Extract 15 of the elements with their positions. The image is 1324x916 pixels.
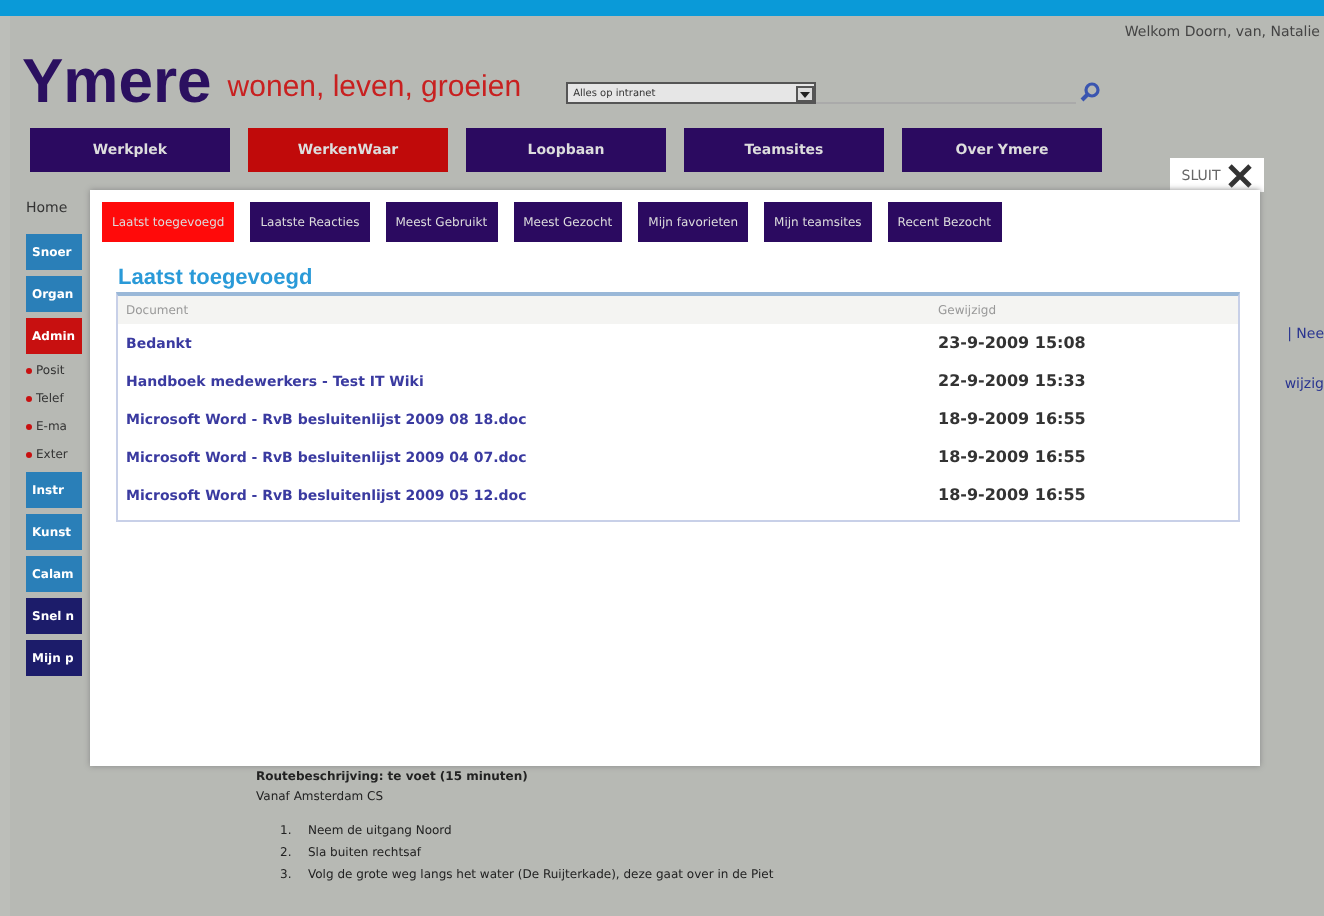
bullet-icon [26,424,32,430]
popup-title: Laatst toegevoegd [118,266,315,290]
dropdown-arrow-icon [795,85,814,101]
table-cell-text: 22-9-2009 15:33 [938,372,1088,390]
table-cell-text: 18-9-2009 16:55 [938,486,1088,504]
bullet-icon [26,368,32,374]
table-cell-text: 18-9-2009 16:55 [938,448,1088,466]
table-cell-text: 23-9-2009 15:08 [938,334,1088,352]
search-icon[interactable] [1079,82,1100,102]
logo: Ymere [22,52,212,112]
bullet-icon [26,452,32,458]
tagline: wonen, leven, groeien [227,70,522,104]
bullet-icon [26,396,32,402]
table-cell-text: 18-9-2009 16:55 [938,410,1088,428]
close-icon [1228,163,1253,187]
